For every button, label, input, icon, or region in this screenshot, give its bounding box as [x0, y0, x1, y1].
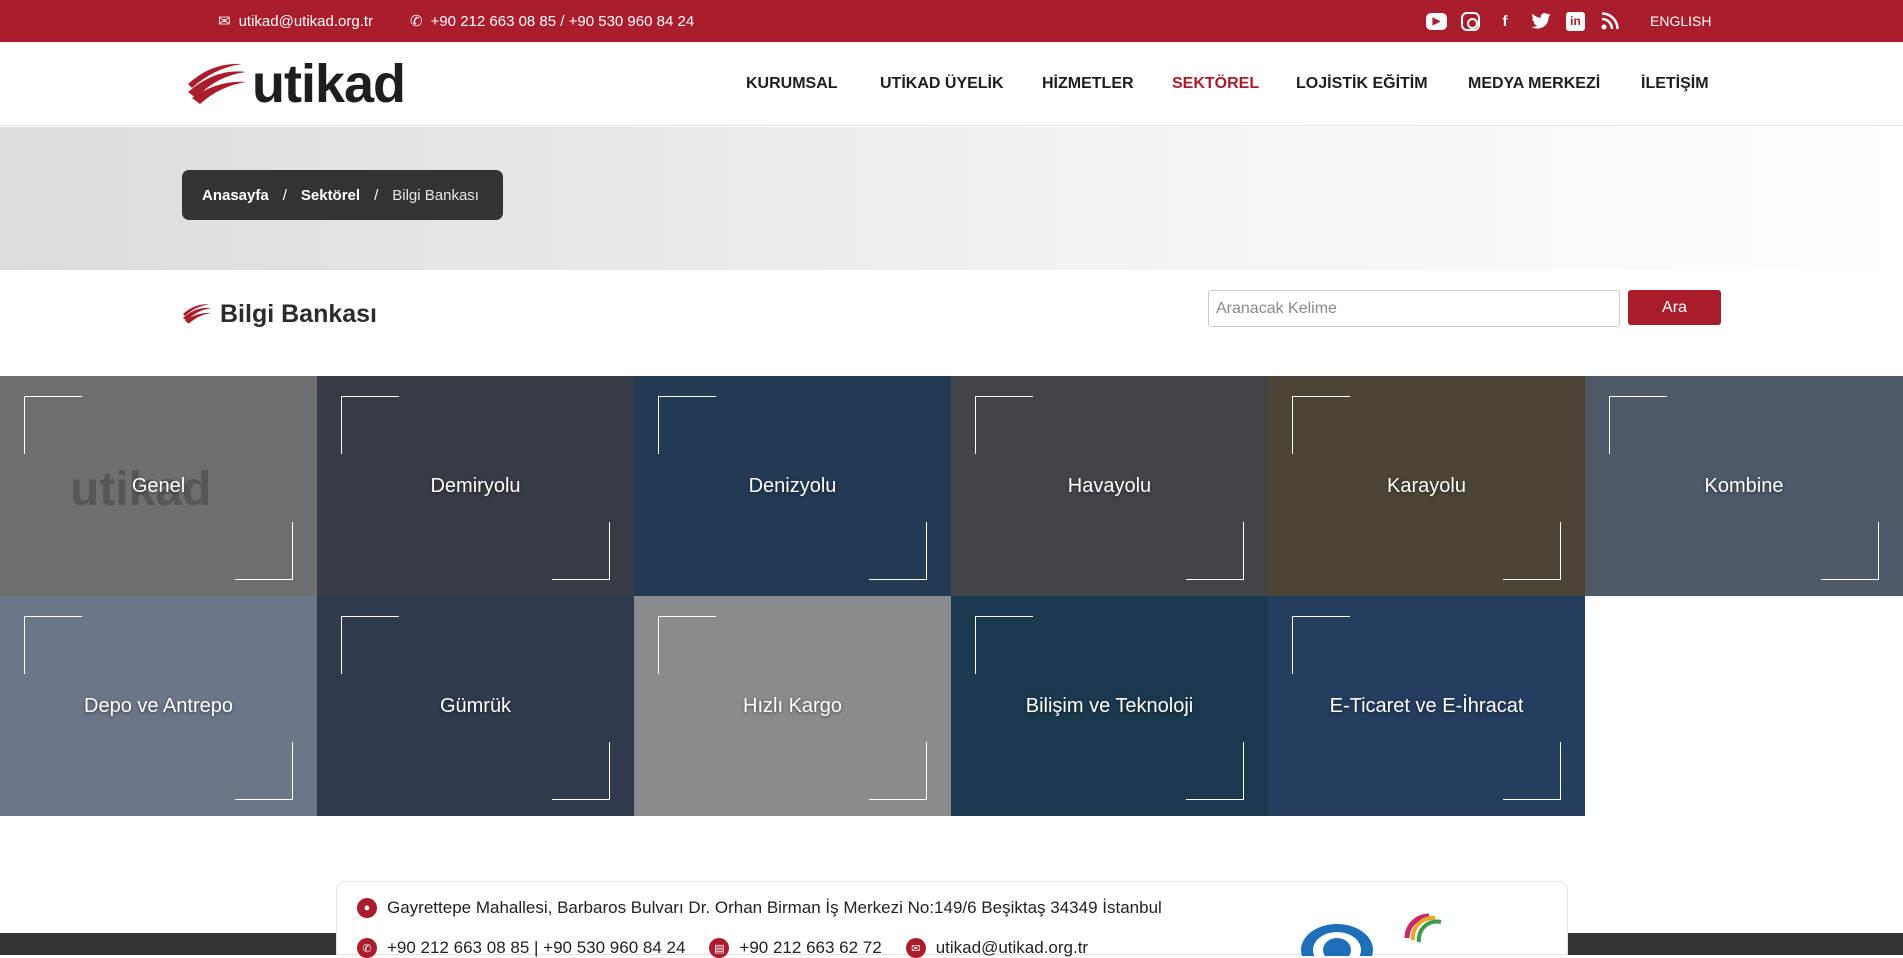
tile-corner: [552, 742, 610, 800]
tile-corner: [24, 616, 82, 674]
nav-uyelik[interactable]: UTİKAD ÜYELİK: [880, 42, 1004, 126]
tile-hizli-kargo[interactable]: Hızlı Kargo: [634, 596, 951, 816]
nav-iletisim[interactable]: İLETİŞİM: [1641, 42, 1709, 126]
tile-karayolu[interactable]: Karayolu: [1268, 376, 1585, 596]
site-header: utikad KURUMSAL UTİKAD ÜYELİK HİZMETLER …: [0, 42, 1903, 126]
tile-label: Havayolu: [1067, 474, 1152, 497]
tile-corner: [975, 396, 1033, 454]
language-switch[interactable]: ENGLISH: [1650, 0, 1711, 42]
top-phone-text: +90 212 663 08 85 / +90 530 960 84 24: [430, 12, 695, 30]
tile-corner: [1292, 396, 1350, 454]
nav-sektorel[interactable]: SEKTÖREL: [1172, 42, 1259, 126]
tile-label: Hızlı Kargo: [743, 694, 842, 717]
top-phone[interactable]: ✆ +90 212 663 08 85 / +90 530 960 84 24: [410, 0, 694, 42]
tile-denizyolu[interactable]: Denizyolu: [634, 376, 951, 596]
phone-icon: ✆: [410, 12, 423, 30]
rss-icon[interactable]: [1599, 10, 1621, 32]
tile-gumruk[interactable]: Gümrük: [317, 596, 634, 816]
fax-icon: ▤: [709, 938, 730, 958]
twitter-icon[interactable]: [1530, 10, 1552, 32]
fiata-logo[interactable]: [1297, 910, 1377, 956]
tile-corner: [341, 396, 399, 454]
footer-fax-text: +90 212 663 62 72: [739, 938, 882, 957]
main-nav: KURUMSAL UTİKAD ÜYELİK HİZMETLER SEKTÖRE…: [0, 42, 1903, 126]
phone-icon: ✆: [357, 938, 377, 958]
footer-email-text: utikad@utikad.org.tr: [935, 938, 1089, 957]
tile-label: Denizyolu: [748, 474, 837, 497]
tile-corner: [1503, 742, 1561, 800]
search-button[interactable]: Ara: [1628, 290, 1721, 325]
footer-email[interactable]: ✉ utikad@utikad.org.tr: [905, 938, 1089, 958]
tile-corner: [1186, 522, 1244, 580]
page-title: Bilgi Bankası: [220, 299, 377, 328]
tile-corner: [1292, 616, 1350, 674]
tile-eticaret-eihracat[interactable]: E-Ticaret ve E-İhracat: [1268, 596, 1585, 816]
tile-corner: [552, 522, 610, 580]
tile-label: Gümrük: [439, 694, 512, 717]
breadcrumb-current: Bilgi Bankası: [392, 186, 479, 204]
page-heading: Bilgi Bankası: [182, 296, 377, 332]
tile-corner: [1503, 522, 1561, 580]
title-swoosh-icon: [182, 304, 212, 324]
tile-corner: [658, 616, 716, 674]
footer-contact-row: ✆ +90 212 663 08 85 | +90 530 960 84 24 …: [357, 938, 1102, 958]
nav-medya-merkezi[interactable]: MEDYA MERKEZİ: [1468, 42, 1600, 126]
footer-phone-text: +90 212 663 08 85 | +90 530 960 84 24: [387, 938, 686, 957]
tile-label: Bilişim ve Teknoloji: [1025, 694, 1194, 717]
breadcrumb-section[interactable]: Sektörel: [301, 187, 360, 204]
envelope-icon: ✉: [218, 12, 231, 30]
breadcrumb-separator: /: [374, 186, 379, 204]
footer-fax[interactable]: ▤ +90 212 663 62 72: [709, 938, 882, 958]
tile-label: E-Ticaret ve E-İhracat: [1329, 694, 1524, 717]
tile-depo-antrepo[interactable]: Depo ve Antrepo: [0, 596, 317, 816]
social-links: ▶ f in: [1426, 0, 1621, 42]
tile-label: Depo ve Antrepo: [84, 694, 233, 717]
tile-corner: [1609, 396, 1667, 454]
tile-label: Karayolu: [1387, 474, 1466, 497]
tile-label: Demiryolu: [430, 474, 521, 497]
envelope-icon: ✉: [905, 938, 926, 958]
location-pin-icon: ●: [357, 898, 377, 918]
clecat-logo[interactable]: [1401, 910, 1541, 956]
youtube-icon[interactable]: ▶: [1426, 12, 1447, 30]
nav-kurumsal[interactable]: KURUMSAL: [746, 42, 838, 126]
tile-corner: [869, 742, 927, 800]
breadcrumb-home[interactable]: Anasayfa: [202, 187, 269, 204]
tile-label: Genel: [131, 474, 186, 497]
tile-corner: [1821, 522, 1879, 580]
tile-corner: [975, 616, 1033, 674]
instagram-icon[interactable]: [1461, 11, 1480, 31]
tile-corner: [235, 742, 293, 800]
linkedin-icon[interactable]: in: [1566, 11, 1585, 31]
tile-corner: [341, 616, 399, 674]
tile-havayolu[interactable]: Havayolu: [951, 376, 1268, 596]
tile-label: Kombine: [1704, 474, 1784, 497]
breadcrumb-separator: /: [282, 186, 287, 204]
tile-bilisim-teknoloji[interactable]: Bilişim ve Teknoloji: [951, 596, 1268, 816]
facebook-icon[interactable]: f: [1494, 10, 1516, 32]
breadcrumb: Anasayfa / Sektörel / Bilgi Bankası: [182, 170, 503, 220]
tile-kombine[interactable]: Kombine: [1585, 376, 1903, 596]
search-input[interactable]: [1208, 290, 1620, 327]
footer-contact-card: ● Gayrettepe Mahallesi, Barbaros Bulvarı…: [336, 881, 1568, 958]
category-grid: utikad Genel Demiryolu Denizyolu Havayol…: [0, 376, 1903, 817]
top-email-text: utikad@utikad.org.tr: [238, 12, 374, 30]
tile-corner: [24, 396, 82, 454]
footer-address: Gayrettepe Mahallesi, Barbaros Bulvarı D…: [387, 898, 1162, 917]
tile-corner: [1186, 742, 1244, 800]
top-email[interactable]: ✉ utikad@utikad.org.tr: [218, 0, 373, 42]
tile-corner: [235, 522, 293, 580]
tile-demiryolu[interactable]: Demiryolu: [317, 376, 634, 596]
nav-lojistik-egitim[interactable]: LOJİSTİK EĞİTİM: [1296, 42, 1428, 126]
nav-hizmetler[interactable]: HİZMETLER: [1042, 42, 1134, 126]
footer-address-row: ● Gayrettepe Mahallesi, Barbaros Bulvarı…: [357, 898, 1162, 918]
tile-corner: [658, 396, 716, 454]
top-bar: ✉ utikad@utikad.org.tr ✆ +90 212 663 08 …: [0, 0, 1903, 42]
tile-corner: [869, 522, 927, 580]
footer-phone[interactable]: ✆ +90 212 663 08 85 | +90 530 960 84 24: [357, 938, 685, 958]
page-banner: Anasayfa / Sektörel / Bilgi Bankası: [0, 127, 1903, 270]
tile-genel[interactable]: utikad Genel: [0, 376, 317, 596]
